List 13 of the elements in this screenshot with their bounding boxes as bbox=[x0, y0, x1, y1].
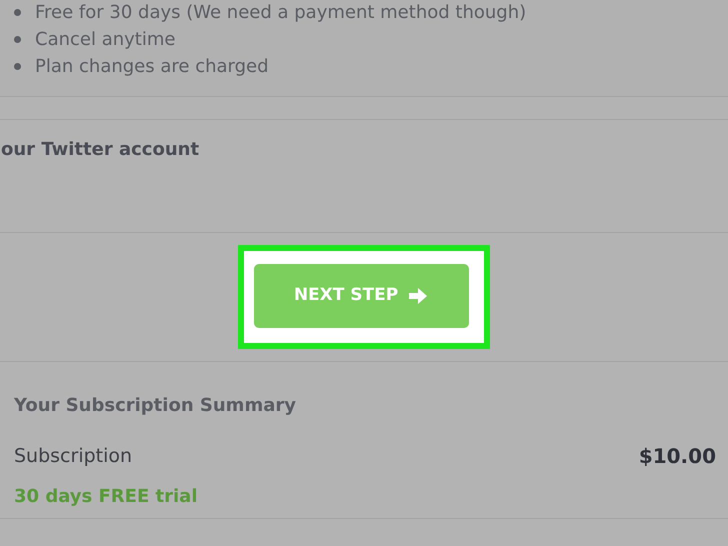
bullet-icon bbox=[14, 36, 21, 43]
trial-label: 30 days FREE trial bbox=[14, 485, 198, 509]
next-step-button[interactable]: NEXT STEP bbox=[254, 264, 468, 328]
feature-text: Plan changes are charged bbox=[35, 55, 269, 79]
price-text: $10.00 bbox=[638, 443, 716, 470]
arrow-right-icon bbox=[408, 287, 428, 305]
summary-title: Your Subscription Summary bbox=[14, 394, 297, 418]
feature-text: Cancel anytime bbox=[35, 28, 176, 52]
bullet-icon bbox=[14, 9, 21, 16]
section-title: our Twitter account bbox=[1, 139, 200, 160]
feature-text: Free for 30 days (We need a payment method though) bbox=[35, 1, 526, 25]
bullet-icon bbox=[14, 63, 21, 70]
summary-label: Subscription bbox=[14, 444, 132, 469]
